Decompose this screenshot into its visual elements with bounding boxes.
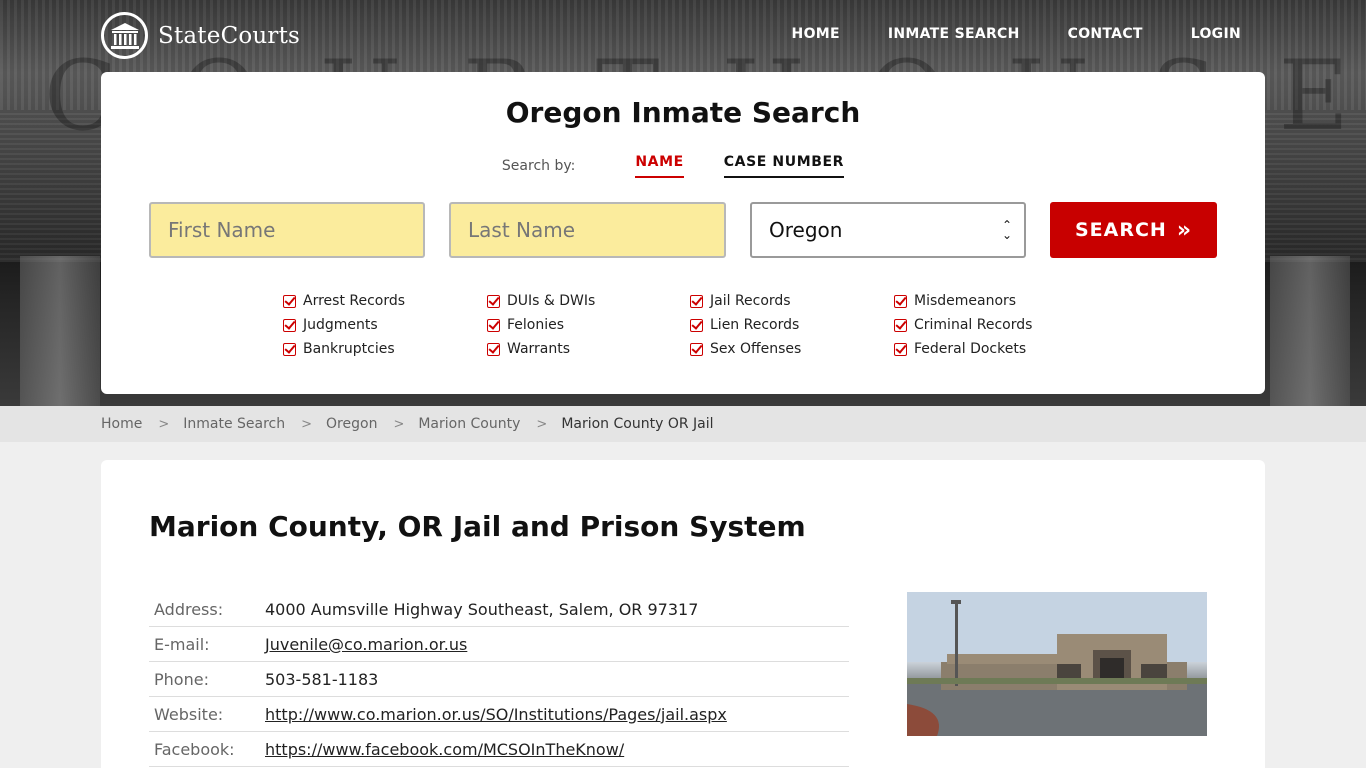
checkbox-icon (894, 294, 907, 308)
detail-row-address: Address: 4000 Aumsville Highway Southeas… (149, 592, 849, 627)
category-item[interactable]: Misdemeanors (894, 292, 1054, 310)
breadcrumb-oregon[interactable]: Oregon (326, 416, 377, 432)
select-arrows-icon: ⌃ ⌄ (1001, 218, 1012, 242)
category-item[interactable]: Lien Records (690, 316, 894, 334)
category-item[interactable]: Judgments (283, 316, 487, 334)
state-select[interactable]: Oregon ⌃ ⌄ (750, 202, 1026, 258)
facility-title: Marion County, OR Jail and Prison System (149, 510, 806, 543)
detail-label: E-mail: (154, 634, 210, 654)
facebook-link[interactable]: https://www.facebook.com/MCSOInTheKnow/ (265, 740, 624, 759)
tab-name[interactable]: NAME (635, 154, 684, 178)
detail-value: 4000 Aumsville Highway Southeast, Salem,… (265, 599, 699, 619)
search-card: Oregon Inmate Search Search by: NAME CAS… (101, 72, 1265, 394)
email-link[interactable]: Juvenile@co.marion.or.us (265, 635, 467, 654)
checkbox-icon (690, 342, 703, 356)
category-item[interactable]: Warrants (487, 340, 690, 358)
chevron-right-icon: > (393, 416, 405, 432)
category-item[interactable]: Jail Records (690, 292, 894, 310)
brand-name: StateCourts (158, 22, 301, 49)
double-chevron-right-icon: » (1176, 217, 1193, 243)
facility-details: Address: 4000 Aumsville Highway Southeas… (149, 592, 849, 767)
detail-row-facebook: Facebook: https://www.facebook.com/MCSOI… (149, 732, 849, 767)
facility-card: Marion County, OR Jail and Prison System… (101, 460, 1265, 768)
checkbox-icon (283, 318, 296, 332)
search-title: Oregon Inmate Search (505, 96, 861, 129)
category-item[interactable]: Arrest Records (283, 292, 487, 310)
breadcrumb-home[interactable]: Home (101, 416, 142, 432)
breadcrumb: Home > Inmate Search > Oregon > Marion C… (0, 406, 1366, 442)
website-link[interactable]: http://www.co.marion.or.us/SO/Institutio… (265, 705, 727, 724)
first-name-input[interactable]: First Name (149, 202, 425, 258)
nav-contact[interactable]: CONTACT (1068, 26, 1143, 42)
search-by-tabs: Search by: NAME CASE NUMBER (101, 154, 1265, 178)
detail-label: Phone: (154, 669, 209, 689)
breadcrumb-marion-county[interactable]: Marion County (418, 416, 520, 432)
main-nav: HOME INMATE SEARCH CONTACT LOGIN (744, 26, 1241, 42)
search-button-label: SEARCH (1074, 219, 1167, 241)
detail-row-phone: Phone: 503-581-1183 (149, 662, 849, 697)
nav-home[interactable]: HOME (792, 26, 840, 42)
detail-label: Website: (154, 704, 224, 724)
checkbox-icon (690, 294, 703, 308)
checkbox-icon (894, 342, 907, 356)
nav-inmate-search[interactable]: INMATE SEARCH (888, 26, 1020, 42)
state-select-value: Oregon (769, 218, 843, 242)
checkbox-icon (487, 342, 500, 356)
chevron-right-icon: > (158, 416, 170, 432)
site-logo[interactable]: StateCourts (101, 12, 300, 59)
record-categories: Arrest Records DUIs & DWIs Jail Records … (283, 292, 1054, 358)
detail-row-website: Website: http://www.co.marion.or.us/SO/I… (149, 697, 849, 732)
tab-case-number[interactable]: CASE NUMBER (723, 154, 845, 178)
checkbox-icon (283, 342, 296, 356)
category-item[interactable]: Felonies (487, 316, 690, 334)
breadcrumb-current: Marion County OR Jail (561, 416, 714, 432)
detail-row-email: E-mail: Juvenile@co.marion.or.us (149, 627, 849, 662)
search-button[interactable]: SEARCH » (1050, 202, 1217, 258)
checkbox-icon (894, 318, 907, 332)
checkbox-icon (487, 318, 500, 332)
detail-value: 503-581-1183 (265, 669, 379, 689)
facility-photo (907, 592, 1207, 736)
category-item[interactable]: DUIs & DWIs (487, 292, 690, 310)
category-item[interactable]: Federal Dockets (894, 340, 1054, 358)
checkbox-icon (690, 318, 703, 332)
checkbox-icon (283, 294, 296, 308)
chevron-right-icon: > (536, 416, 548, 432)
breadcrumb-inmate-search[interactable]: Inmate Search (183, 416, 285, 432)
last-name-input[interactable]: Last Name (449, 202, 726, 258)
category-item[interactable]: Criminal Records (894, 316, 1054, 334)
courthouse-icon (101, 12, 148, 59)
category-item[interactable]: Sex Offenses (690, 340, 894, 358)
chevron-right-icon: > (301, 416, 313, 432)
nav-login[interactable]: LOGIN (1191, 26, 1241, 42)
search-by-label: Search by: (501, 158, 576, 174)
detail-label: Facebook: (154, 739, 235, 759)
category-item[interactable]: Bankruptcies (283, 340, 487, 358)
detail-label: Address: (154, 599, 224, 619)
checkbox-icon (487, 294, 500, 308)
